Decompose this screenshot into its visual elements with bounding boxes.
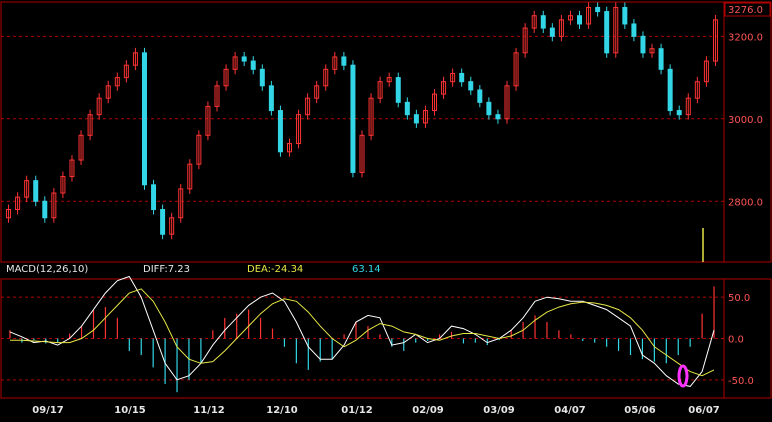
x-tick-label: 06/07 bbox=[688, 405, 720, 416]
candle-body bbox=[350, 64, 356, 173]
price-max-label: 3276.0 bbox=[728, 5, 763, 16]
x-tick-label: 09/17 bbox=[32, 405, 64, 416]
candle-body bbox=[33, 180, 39, 202]
x-tick-label: 10/15 bbox=[114, 405, 146, 416]
macd-tick-label: 0.0 bbox=[728, 335, 744, 346]
candle-body bbox=[341, 56, 347, 66]
candle-body bbox=[622, 6, 628, 25]
candle-body bbox=[658, 48, 664, 70]
x-tick-label: 01/12 bbox=[341, 405, 373, 416]
price-tick-label: 2800.0 bbox=[728, 197, 763, 208]
candle-body bbox=[631, 23, 637, 37]
chart-background bbox=[0, 0, 772, 418]
candle-body bbox=[495, 114, 501, 120]
macd-tick-label: 50.0 bbox=[728, 293, 750, 304]
x-tick-label: 11/12 bbox=[193, 405, 225, 416]
candle-body bbox=[595, 6, 601, 13]
x-tick-label: 05/06 bbox=[624, 405, 656, 416]
candle-body bbox=[259, 68, 265, 87]
macd-value-label: 63.14 bbox=[352, 264, 381, 275]
candle-body bbox=[540, 15, 546, 29]
x-tick-label: 02/09 bbox=[412, 405, 444, 416]
candle-body bbox=[141, 52, 147, 186]
candle-body bbox=[468, 81, 474, 91]
candle-body bbox=[486, 101, 492, 116]
candle-body bbox=[404, 101, 410, 116]
macd-indicator-name: MACD(12,26,10) bbox=[6, 264, 88, 275]
stock-chart: 2800.0 3000.0 3200.0 3276.0 -50.0 0.0 50.0 09/1… bbox=[0, 0, 772, 418]
price-tick-label: 3200.0 bbox=[728, 32, 763, 43]
candle-body bbox=[268, 85, 274, 112]
x-tick-label: 04/07 bbox=[554, 405, 586, 416]
chart-svg: 2800.0 3000.0 3200.0 3276.0 -50.0 0.0 50.0 09/1… bbox=[0, 0, 772, 418]
candle-body bbox=[413, 114, 419, 124]
candle-body bbox=[477, 89, 483, 103]
candle-body bbox=[676, 110, 682, 116]
candle-body bbox=[151, 184, 157, 211]
candle-body bbox=[577, 15, 583, 25]
macd-diff-label: DIFF:7.23 bbox=[143, 264, 190, 275]
candle-body bbox=[250, 60, 256, 70]
candle-body bbox=[160, 209, 166, 235]
candle-body bbox=[42, 200, 48, 219]
candle-body bbox=[241, 56, 247, 62]
candle-body bbox=[549, 27, 555, 37]
candle-body bbox=[459, 72, 465, 83]
candle-body bbox=[667, 68, 673, 112]
macd-tick-label: -50.0 bbox=[728, 376, 754, 387]
candle-body bbox=[604, 11, 610, 54]
macd-dea-label: DEA:-24.34 bbox=[247, 264, 303, 275]
x-tick-label: 12/10 bbox=[266, 405, 298, 416]
candle-body bbox=[640, 35, 646, 54]
candle-body bbox=[277, 110, 283, 153]
candle-body bbox=[395, 77, 401, 103]
price-tick-label: 3000.0 bbox=[728, 115, 763, 126]
x-tick-label: 03/09 bbox=[483, 405, 515, 416]
